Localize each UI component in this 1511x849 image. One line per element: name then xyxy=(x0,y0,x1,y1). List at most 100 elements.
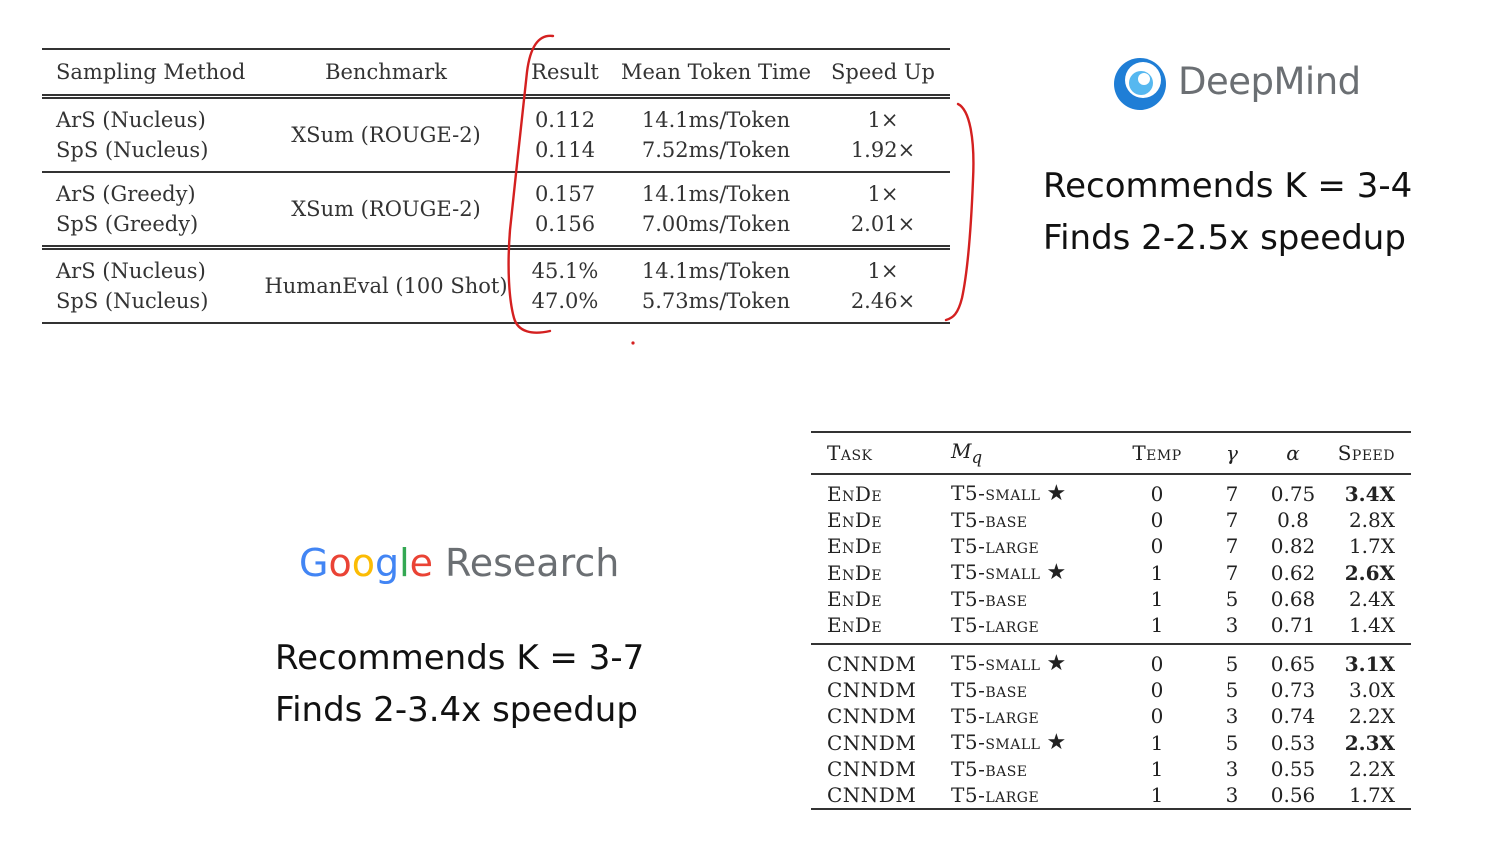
cell-method: SpS (Greedy) xyxy=(56,212,199,236)
deepmind-logo: DeepMind xyxy=(1112,56,1372,112)
header-mq: Mq xyxy=(937,432,1107,474)
table-row: CNNDM T5-base 0 5 0.73 3.0X xyxy=(811,677,1411,703)
google-summary: Recommends K = 3-7 Finds 2-3.4x speedup xyxy=(275,632,644,736)
cell-result: 45.1% xyxy=(531,259,599,283)
cell-task: EnDe xyxy=(827,560,883,585)
cell-gamma: 5 xyxy=(1225,678,1239,702)
cell-gamma: 7 xyxy=(1225,481,1239,506)
star-icon: ★ xyxy=(1046,730,1067,755)
header-benchmark: Benchmark xyxy=(325,60,447,84)
row-group-xsum-nucleus: ArS (Nucleus) XSum (ROUGE-2) 0.112 14.1m… xyxy=(42,96,950,173)
model-name: T5-large xyxy=(951,704,1040,728)
cell-task: CNNDM xyxy=(827,651,917,676)
cell-alpha: 0.55 xyxy=(1270,757,1316,781)
star-icon: ★ xyxy=(1046,481,1067,506)
cell-alpha: 0.71 xyxy=(1270,613,1316,637)
table-row: CNNDM T5-large 1 3 0.56 1.7X xyxy=(811,782,1411,809)
cell-model: T5-large xyxy=(937,703,1107,729)
research-wordmark: Research xyxy=(445,541,620,585)
header-result: Result xyxy=(531,60,599,84)
cell-task: CNNDM xyxy=(827,730,917,755)
header-speed: Speed xyxy=(1337,441,1395,465)
cell-benchmark: XSum (ROUGE-2) xyxy=(291,123,481,147)
header-temp: Temp xyxy=(1132,441,1182,465)
deepmind-wordmark: DeepMind xyxy=(1178,60,1361,103)
header-mean-token-time: Mean Token Time xyxy=(620,60,812,84)
header-gamma: γ xyxy=(1226,441,1238,465)
cell-gamma: 3 xyxy=(1225,704,1239,728)
table-row: EnDe T5-base 0 7 0.8 2.8X xyxy=(811,507,1411,533)
cell-task: EnDe xyxy=(827,587,883,611)
model-name: T5-small xyxy=(951,651,1041,675)
cell-speed-up: 1.92× xyxy=(850,138,916,162)
table-row: EnDe T5-large 1 3 0.71 1.4X xyxy=(811,612,1411,644)
table-row: CNNDM T5-small ★ 0 5 0.65 3.1X xyxy=(811,644,1411,677)
cell-speed: 2.8X xyxy=(1348,508,1395,532)
table-row: EnDe T5-small ★ 0 7 0.75 3.4X xyxy=(811,474,1411,507)
model-name: T5-base xyxy=(951,678,1028,702)
cell-model: T5-small ★ xyxy=(937,729,1107,756)
cell-task: CNNDM xyxy=(827,704,917,728)
cnndm-rows: CNNDM T5-small ★ 0 5 0.65 3.1X CNNDM T5-base 0 5 0.… xyxy=(811,644,1411,809)
cell-temp: 0 xyxy=(1150,534,1164,558)
cell-model: T5-base xyxy=(937,507,1107,533)
cell-alpha: 0.8 xyxy=(1277,508,1309,532)
table-row: CNNDM T5-large 0 3 0.74 2.2X xyxy=(811,703,1411,729)
cell-temp: 1 xyxy=(1150,587,1164,611)
cell-token-time: 14.1ms/Token xyxy=(641,259,791,283)
google-letter: e xyxy=(409,541,434,585)
cell-gamma: 5 xyxy=(1225,651,1239,676)
cell-model: T5-small ★ xyxy=(937,644,1107,677)
cell-task: EnDe xyxy=(827,534,883,558)
header-row: Task Mq Temp γ α Speed xyxy=(811,432,1411,474)
table-row: CNNDM T5-base 1 3 0.55 2.2X xyxy=(811,756,1411,782)
cell-task: CNNDM xyxy=(827,757,917,781)
right-red-bracket xyxy=(944,102,975,322)
google-results-table: Task Mq Temp γ α Speed EnDe T5-small ★ 0 7 0.… xyxy=(811,431,1411,810)
cell-model: T5-base xyxy=(937,756,1107,782)
deepmind-speedup: Finds 2-2.5x speedup xyxy=(1043,218,1406,258)
cell-speed: 3.0X xyxy=(1348,678,1395,702)
speedup-table: Task Mq Temp γ α Speed EnDe T5-small ★ 0 7 0.… xyxy=(811,431,1411,810)
cell-token-time: 14.1ms/Token xyxy=(641,182,791,206)
cell-model: T5-small ★ xyxy=(937,559,1107,586)
cell-token-time: 7.52ms/Token xyxy=(641,138,791,162)
google-letter: l xyxy=(399,541,410,585)
cell-gamma: 3 xyxy=(1225,613,1239,637)
cell-gamma: 5 xyxy=(1225,587,1239,611)
star-icon: ★ xyxy=(1046,651,1067,676)
model-name: T5-small xyxy=(951,560,1041,584)
cell-alpha: 0.56 xyxy=(1270,783,1316,807)
table-row: ArS (Nucleus) HumanEval (100 Shot) 45.1%… xyxy=(42,247,950,298)
cell-speed-up: 2.46× xyxy=(850,289,916,313)
google-letter: o xyxy=(351,541,375,585)
cell-speed-up: 1× xyxy=(867,259,899,283)
header-task: Task xyxy=(827,441,873,465)
header-mq-sub: q xyxy=(971,448,983,467)
cell-alpha: 0.68 xyxy=(1270,587,1316,611)
cell-gamma: 7 xyxy=(1225,560,1239,585)
cell-speed: 1.7X xyxy=(1348,534,1395,558)
cell-task: EnDe xyxy=(827,613,883,637)
row-group-humaneval: ArS (Nucleus) HumanEval (100 Shot) 45.1%… xyxy=(42,247,950,323)
red-dot xyxy=(631,341,635,345)
cell-speed: 3.1X xyxy=(1344,651,1395,676)
google-research-logo: Google Research xyxy=(299,541,619,585)
cell-alpha: 0.82 xyxy=(1270,534,1316,558)
cell-task: CNNDM xyxy=(827,678,917,702)
cell-temp: 1 xyxy=(1150,757,1164,781)
cell-speed: 3.4X xyxy=(1344,481,1395,506)
cell-temp: 1 xyxy=(1150,560,1164,585)
cell-temp: 0 xyxy=(1150,651,1164,676)
results-table: Sampling Method Benchmark Result Mean To… xyxy=(42,48,950,324)
header-row: Sampling Method Benchmark Result Mean To… xyxy=(42,49,950,97)
cell-speed-up: 1× xyxy=(867,108,899,132)
cell-model: T5-large xyxy=(937,612,1107,644)
table-row: ArS (Greedy) XSum (ROUGE-2) 0.157 14.1ms… xyxy=(42,172,950,221)
cell-benchmark: HumanEval (100 Shot) xyxy=(264,274,508,298)
cell-temp: 1 xyxy=(1150,613,1164,637)
deepmind-swirl-icon xyxy=(1114,58,1166,110)
cell-token-time: 14.1ms/Token xyxy=(641,108,791,132)
star-icon: ★ xyxy=(1046,560,1067,585)
cell-gamma: 3 xyxy=(1225,783,1239,807)
